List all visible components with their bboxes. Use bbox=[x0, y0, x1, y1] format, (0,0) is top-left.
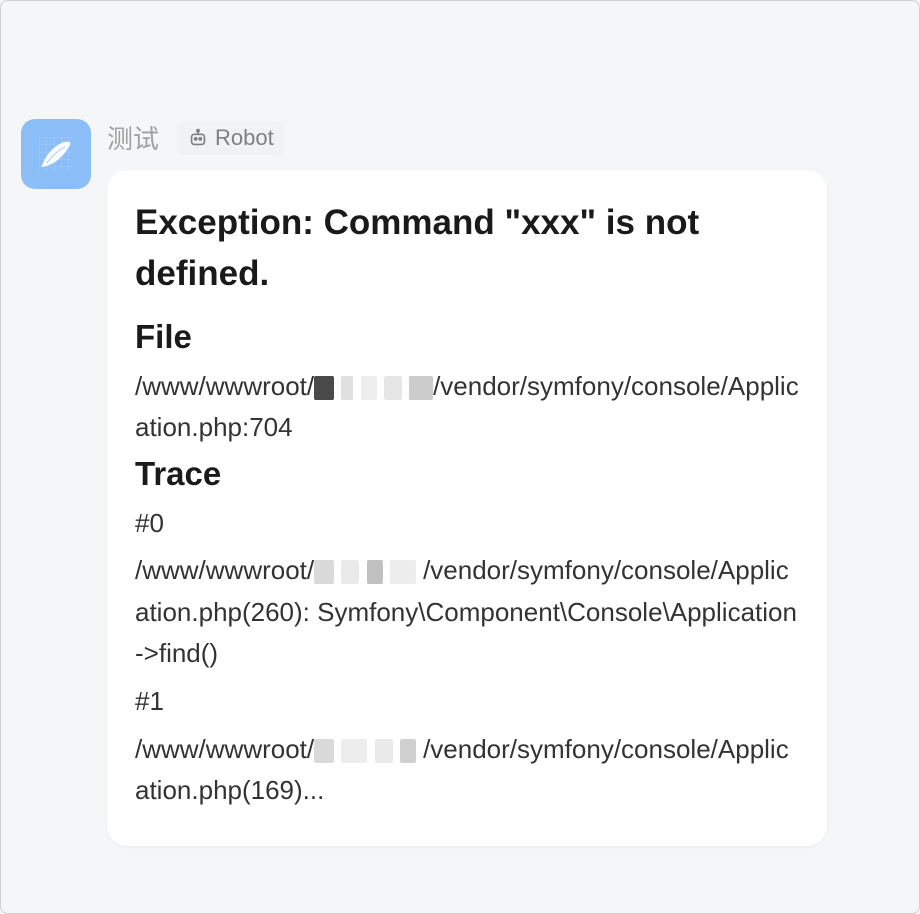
trace-frame-path: /www/wwwroot/ /vendor/symfony/console/Ap… bbox=[135, 729, 799, 812]
file-heading: File bbox=[135, 318, 799, 356]
message-container: 测试 Robot Exception: Command "xxx" is not… bbox=[1, 1, 919, 866]
trace-path-pre: /www/wwwroot/ bbox=[135, 734, 314, 764]
trace-heading: Trace bbox=[135, 455, 799, 493]
redacted-segment bbox=[314, 739, 334, 763]
redacted-segment bbox=[390, 560, 416, 584]
redacted-segment bbox=[384, 376, 402, 400]
message-header: 测试 Robot bbox=[107, 119, 899, 156]
trace-frame-path: /www/wwwroot/ /vendor/symfony/console/Ap… bbox=[135, 550, 799, 675]
trace-block: #0 /www/wwwroot/ /vendor/symfony/console… bbox=[135, 503, 799, 812]
exception-card: Exception: Command "xxx" is not defined.… bbox=[107, 170, 827, 846]
robot-tag: Robot bbox=[177, 121, 284, 155]
wing-icon bbox=[34, 132, 78, 176]
avatar bbox=[21, 119, 91, 189]
message-content: 测试 Robot Exception: Command "xxx" is not… bbox=[107, 119, 899, 846]
trace-frame-number: #0 bbox=[135, 503, 799, 545]
redacted-segment bbox=[367, 560, 383, 584]
redacted-segment bbox=[400, 739, 416, 763]
file-path: /www/wwwroot/ /vendor/symfony/console/Ap… bbox=[135, 366, 799, 449]
redacted-segment bbox=[314, 376, 334, 400]
robot-tag-label: Robot bbox=[215, 125, 274, 151]
redacted-segment bbox=[341, 376, 353, 400]
exception-title: Exception: Command "xxx" is not defined. bbox=[135, 198, 799, 300]
redacted-segment bbox=[409, 376, 433, 400]
trace-frame-number: #1 bbox=[135, 681, 799, 723]
redacted-segment bbox=[361, 376, 377, 400]
redacted-segment bbox=[375, 739, 393, 763]
file-path-pre: /www/wwwroot/ bbox=[135, 371, 314, 401]
sender-name: 测试 bbox=[107, 119, 159, 156]
redacted-segment bbox=[314, 560, 334, 584]
redacted-segment bbox=[341, 739, 367, 763]
trace-path-pre: /www/wwwroot/ bbox=[135, 555, 314, 585]
robot-icon bbox=[187, 127, 209, 149]
redacted-segment bbox=[341, 560, 359, 584]
